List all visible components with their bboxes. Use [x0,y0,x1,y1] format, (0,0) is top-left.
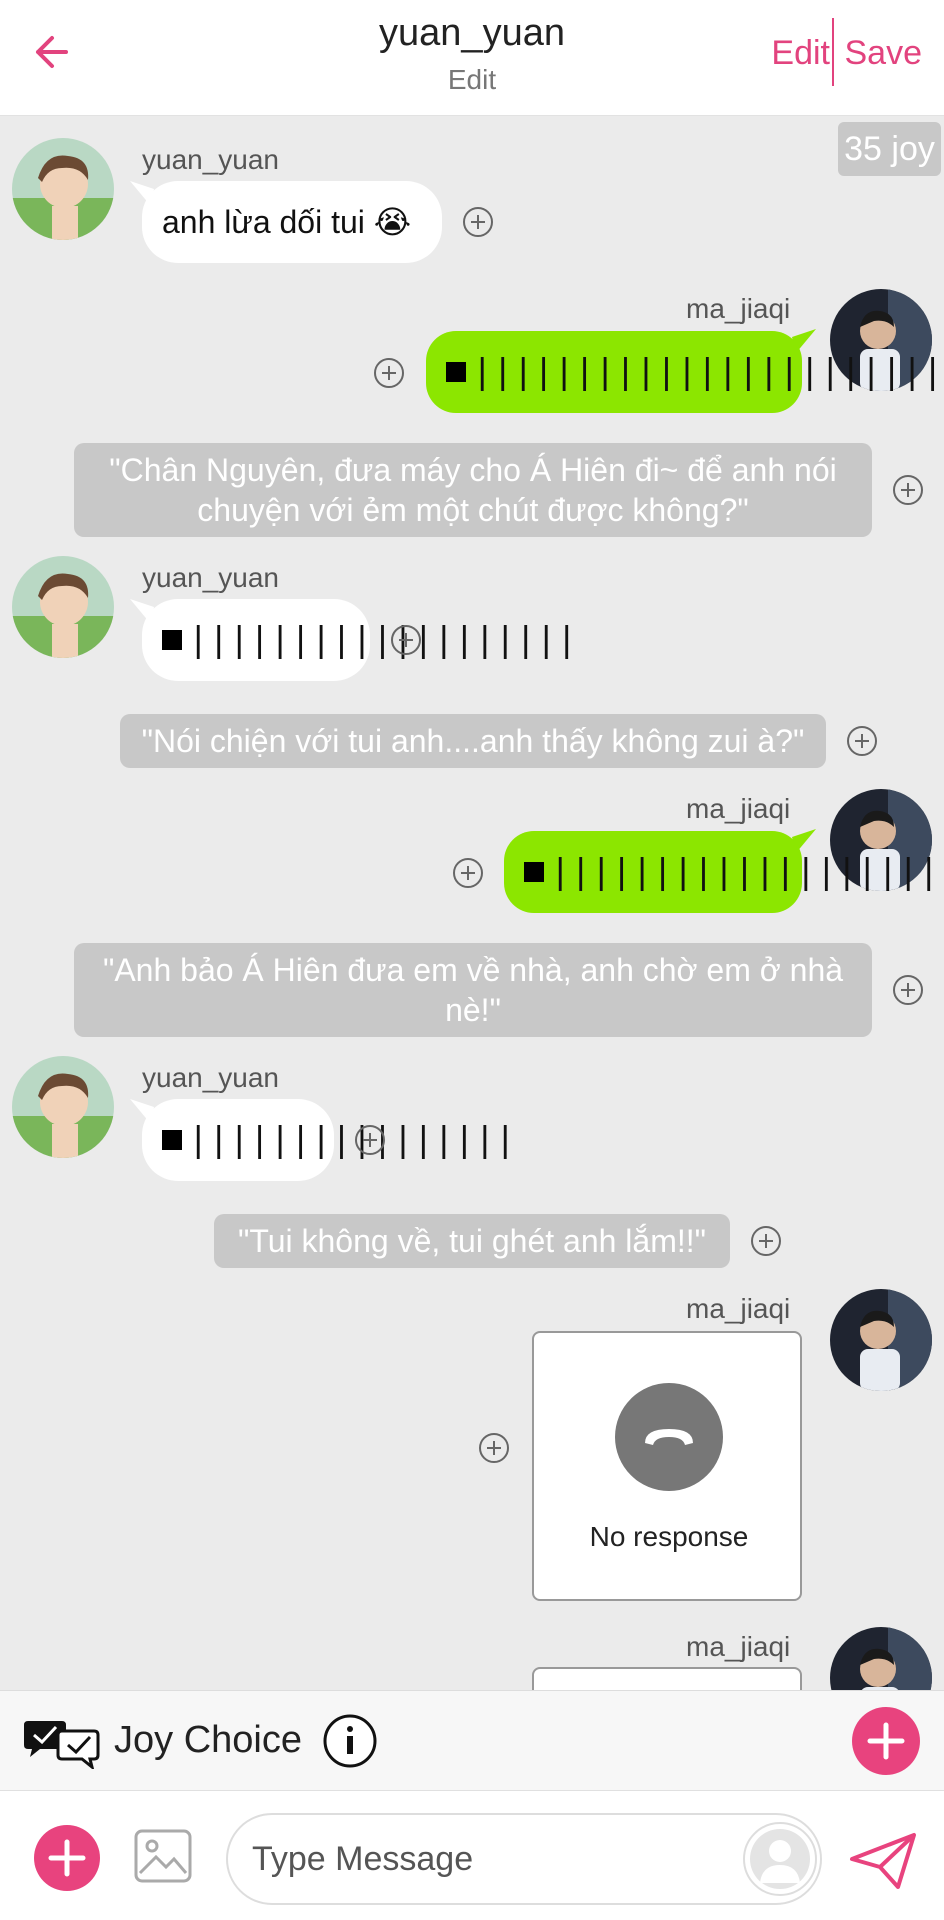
joy-choice-bar: Joy Choice [0,1690,944,1790]
narration-message[interactable]: "Chân Nguyên, đưa máy cho Á Hiên đi~ để … [74,443,872,537]
message-input[interactable] [226,1813,822,1905]
header-divider [832,18,834,86]
voice-waveform: |||||||||||||||||||||||||||| [446,355,944,389]
voice-message-bubble[interactable]: ||||||||||||||||||||||| [504,831,944,913]
chat-screen: yuan_yuan Edit Edit Save 35 joy yuan_yua… [0,0,944,1920]
avatar-photo [12,138,114,240]
avatar-yuan-yuan[interactable] [12,556,114,658]
voice-waveform: ||||||||||||||||||||||| [524,855,944,889]
stop-square-icon [162,630,182,650]
avatar-ma-jiaqi[interactable] [830,1627,932,1690]
plus-circle-icon[interactable] [354,1124,386,1156]
chat-area[interactable]: 35 joy yuan_yuan anh lừa dối tui 😭 ma_ji… [0,117,944,1690]
call-message-card[interactable]: No response [532,1331,802,1601]
joy-count-badge: 35 joy [838,122,941,176]
chat-check-icon [24,1721,100,1769]
sender-name: yuan_yuan [142,1062,280,1093]
plus-circle-icon[interactable] [892,974,924,1006]
call-status: No response [589,1521,749,1552]
plus-circle-icon[interactable] [846,725,878,757]
sender-name: yuan_yuan [142,562,280,593]
plus-circle-icon[interactable] [478,1432,510,1464]
plus-circle-icon[interactable] [390,624,422,656]
joy-choice-label[interactable]: Joy Choice [114,1719,302,1762]
add-choice-button[interactable] [852,1707,920,1775]
plus-circle-icon[interactable] [750,1225,782,1257]
avatar-photo [830,1627,932,1690]
sender-name: ma_jiaqi [686,1293,791,1324]
save-button[interactable]: Save [845,34,923,73]
message-text: anh lừa dối tui 😭 [162,204,412,240]
call-message-card[interactable] [532,1667,802,1690]
avatar-photo [12,1056,114,1158]
narration-message[interactable]: "Anh bảo Á Hiên đưa em về nhà, anh chờ e… [74,943,872,1037]
voice-waveform: ||||||||||||||||||| [162,623,577,657]
edit-button[interactable]: Edit [771,34,830,73]
stop-square-icon [446,362,466,382]
character-avatar-icon[interactable] [742,1821,818,1897]
header-bar: yuan_yuan Edit Edit Save [0,0,944,116]
avatar-ma-jiaqi[interactable] [830,1289,932,1391]
plus-circle-icon[interactable] [452,857,484,889]
voice-message-bubble[interactable]: ||||||||||||||||||| [142,599,577,681]
avatar-yuan-yuan[interactable] [12,1056,114,1158]
sender-name: ma_jiaqi [686,293,791,324]
avatar-photo [830,1289,932,1391]
avatar-yuan-yuan[interactable] [12,138,114,240]
voice-message-bubble[interactable]: |||||||||||||||| [142,1099,516,1181]
stop-square-icon [524,862,544,882]
message-composer [0,1790,944,1920]
voice-message-bubble[interactable]: |||||||||||||||||||||||||||| [426,331,944,413]
send-icon[interactable] [848,1831,918,1891]
voice-waveform: |||||||||||||||| [162,1123,516,1157]
image-icon[interactable] [134,1829,192,1883]
add-attachment-button[interactable] [34,1825,100,1891]
narration-message[interactable]: "Tui không về, tui ghét anh lắm!!" [214,1214,730,1268]
plus-circle-icon[interactable] [892,474,924,506]
info-icon[interactable] [322,1713,378,1769]
narration-message[interactable]: "Nói chiện với tui anh....anh thấy không… [120,714,826,768]
plus-circle-icon[interactable] [462,206,494,238]
sender-name: yuan_yuan [142,144,280,175]
sender-name: ma_jiaqi [686,793,791,824]
hang-up-phone-icon [645,1429,693,1445]
sender-name: ma_jiaqi [686,1631,791,1662]
call-button [615,1383,723,1491]
stop-square-icon [162,1130,182,1150]
avatar-photo [12,556,114,658]
plus-circle-icon[interactable] [373,357,405,389]
message-bubble[interactable]: anh lừa dối tui 😭 [142,181,442,263]
